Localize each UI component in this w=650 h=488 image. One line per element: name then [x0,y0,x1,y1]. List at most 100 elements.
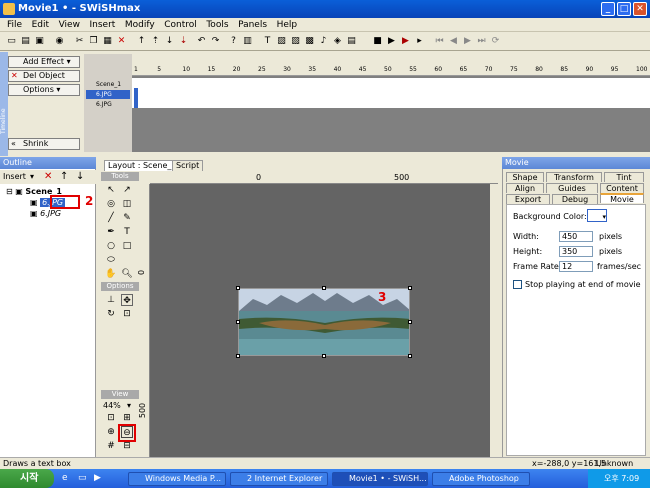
resize-handle-tl[interactable] [236,286,240,290]
timeline-scene-track[interactable] [132,78,650,88]
quicklaunch-desktop-icon[interactable]: ▭ [78,473,87,483]
autoshape-tool-icon[interactable]: ⬭ [105,254,117,266]
play-effect-icon[interactable]: ▶ [400,36,411,47]
sprite-icon[interactable]: ▧ [290,36,301,47]
fill-transform-tool-icon[interactable]: ◫ [121,198,133,210]
task-photoshop[interactable]: Adobe Photoshop [432,472,530,486]
zoom-level-select[interactable]: 44% [103,401,121,410]
maximize-button[interactable]: □ [617,2,631,16]
background-color-swatch[interactable]: ▾ [587,209,607,222]
tab-layout[interactable]: Layout : Scene_1 [104,160,181,171]
timeline-playhead[interactable] [134,88,138,108]
menu-view[interactable]: View [59,18,80,32]
shrink-button[interactable]: «Shrink [8,138,80,150]
help-icon[interactable]: ? [228,36,239,47]
outline-delete-icon[interactable]: ✕ [44,171,52,182]
add-effect-button[interactable]: Add Effect ▾ [8,56,80,68]
tab-shape[interactable]: Shape [506,172,544,182]
tab-movie[interactable]: Movie [600,193,644,204]
sound-icon[interactable]: ♪ [318,36,329,47]
rotate-option-icon[interactable]: ↻ [105,308,117,320]
move-up-icon[interactable]: ↑ [136,36,147,47]
subselect-tool-icon[interactable]: ↗ [121,184,133,196]
task-internet-explorer[interactable]: 2 Internet Explorer [230,472,328,486]
tab-debug[interactable]: Debug [552,194,598,204]
tab-guides[interactable]: Guides [546,183,598,193]
hand-tool-icon[interactable]: ✋ [105,268,117,280]
task-windows-media[interactable]: Windows Media P... [128,472,226,486]
menu-modify[interactable]: Modify [125,18,155,32]
move-bottom-icon[interactable]: ⇣ [178,36,189,47]
tab-tint[interactable]: Tint [604,172,644,182]
quicklaunch-ie-icon[interactable]: e [62,473,68,483]
zoom-tool-icon[interactable]: 🔍︎ [121,268,133,280]
line-tool-icon[interactable]: ╱ [105,212,117,224]
undo-icon[interactable]: ↶ [196,36,207,47]
book-icon[interactable]: ▥ [242,36,253,47]
zoom-fit-icon[interactable]: ⊡ [105,412,117,424]
menu-panels[interactable]: Panels [238,18,267,32]
text-tool-icon[interactable]: T [121,226,133,238]
grid-icon[interactable]: # [105,440,117,452]
minimize-button[interactable]: _ [601,2,615,16]
resize-handle-t[interactable] [322,286,326,290]
move-down-icon[interactable]: ↓ [164,36,175,47]
timeline-image-track-1[interactable] [132,88,650,98]
zoom-100-icon[interactable]: ⊞ [121,412,133,424]
tab-align[interactable]: Align [506,183,544,193]
ellipse-tool-icon[interactable]: ○ [105,240,117,252]
motion-option-icon[interactable]: ✥ [121,294,133,306]
menu-insert[interactable]: Insert [90,18,116,32]
resize-handle-b[interactable] [322,354,326,358]
task-swishmax[interactable]: Movie1 • - SWiSH... [332,472,428,486]
prev-frame-icon[interactable]: ◀ [448,36,459,47]
width-field[interactable]: 450 [559,231,593,242]
zoom-dropdown-arrow-icon[interactable]: ▾ [127,401,131,410]
play-icon[interactable]: ▶ [386,36,397,47]
resize-handle-tr[interactable] [408,286,412,290]
tab-export[interactable]: Export [506,194,550,204]
tree-image-node-2[interactable]: ▣ 6.JPG [30,208,61,219]
move-top-icon[interactable]: ⇡ [150,36,161,47]
cut-icon[interactable]: ✂ [74,36,85,47]
dropdown-arrow-icon[interactable]: ▾ [30,172,34,181]
resize-handle-r[interactable] [408,320,412,324]
last-frame-icon[interactable]: ⏭ [476,36,487,47]
pencil-tool-icon[interactable]: ✎ [121,212,133,224]
next-frame-icon[interactable]: ▶ [462,36,473,47]
button-object-icon[interactable]: ▩ [304,36,315,47]
outline-up-icon[interactable]: ↑ [60,171,68,182]
menu-help[interactable]: Help [277,18,298,32]
options-button[interactable]: Options ▾ [8,84,80,96]
timeline-image-track-2[interactable] [132,98,650,108]
delete-icon[interactable]: ✕ [116,36,127,47]
select-tool-icon[interactable]: ↖ [105,184,117,196]
timeline-row-image-2[interactable]: 6.JPG [86,100,130,109]
open-icon[interactable]: ▤ [20,36,31,47]
play-frame-icon[interactable]: ▸ [414,36,425,47]
outline-insert-button[interactable]: Insert [3,172,26,181]
resize-handle-bl[interactable] [236,354,240,358]
tab-content[interactable]: Content [600,183,644,193]
scene-icon[interactable]: ▤ [346,36,357,47]
redo-icon[interactable]: ↷ [210,36,221,47]
copy-icon[interactable]: ❐ [88,36,99,47]
height-field[interactable]: 350 [559,246,593,257]
timeline-row-scene[interactable]: Scene_1 [86,80,130,89]
loop-icon[interactable]: ⟳ [490,36,501,47]
quicklaunch-media-icon[interactable]: ▶ [94,473,101,483]
menu-tools[interactable]: Tools [206,18,228,32]
reshape-tool-icon[interactable]: ◎ [105,198,117,210]
pen-tool-icon[interactable]: ✒ [105,226,117,238]
close-button[interactable]: ✕ [633,2,647,16]
outline-down-icon[interactable]: ↓ [76,171,84,182]
timeline-ruler[interactable]: 1 5 10 15 20 25 30 35 40 45 50 55 60 65 70 75 80 85 90 95 10… [132,54,650,76]
menu-control[interactable]: Control [164,18,197,32]
stop-icon[interactable]: ■ [372,36,383,47]
text-icon[interactable]: T [262,36,273,47]
zoom-in-icon[interactable]: ⊕ [105,426,117,438]
group-icon[interactable]: ◈ [332,36,343,47]
find-icon[interactable]: ◉ [54,36,65,47]
resize-handle-br[interactable] [408,354,412,358]
tab-script[interactable]: Script [172,160,204,171]
